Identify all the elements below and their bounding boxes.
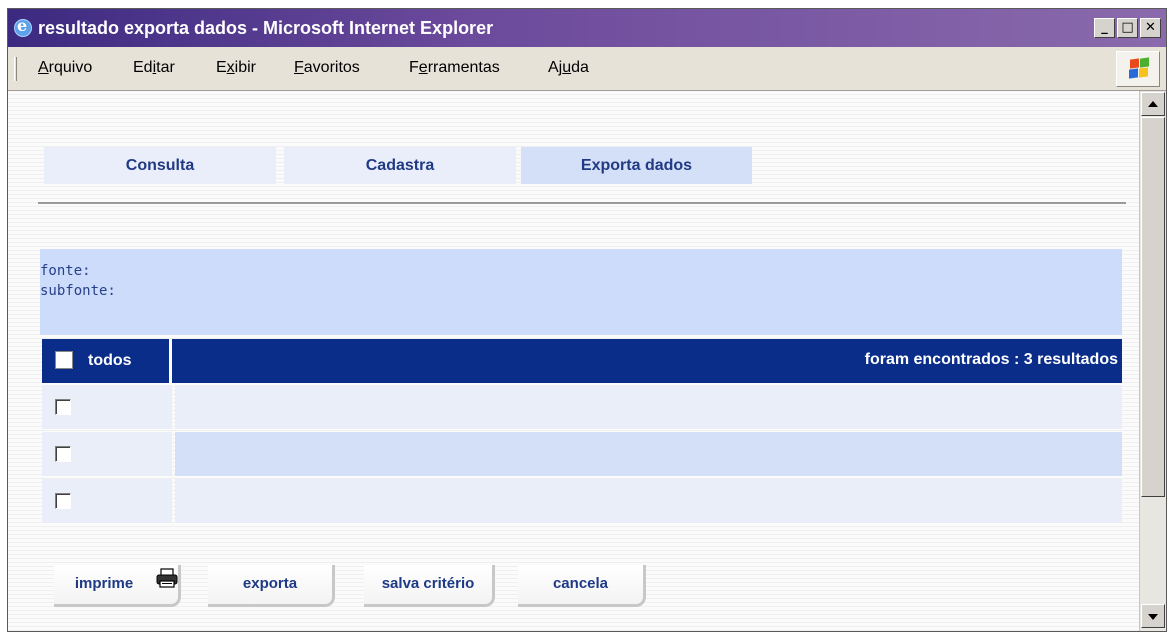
internet-explorer-icon — [14, 16, 32, 37]
source-info-panel: fonte: subfonte: — [40, 249, 1122, 335]
row-data-cell — [175, 385, 1122, 429]
scroll-up-arrow-icon[interactable] — [1141, 92, 1165, 116]
menu-bar: Arquivo Editar Exibir Favoritos Ferramen… — [8, 47, 1166, 91]
imprime-button[interactable]: imprime — [54, 565, 181, 607]
maximize-button[interactable]: □ — [1117, 18, 1138, 38]
tab-cadastra[interactable]: Cadastra — [284, 147, 516, 184]
select-all-checkbox[interactable] — [55, 351, 73, 369]
cancela-button[interactable]: cancela — [518, 565, 646, 607]
window-title: resultado exporta dados - Microsoft Inte… — [38, 18, 494, 38]
table-row — [42, 479, 1122, 523]
tab-consulta[interactable]: Consulta — [44, 147, 276, 184]
scroll-down-arrow-icon[interactable] — [1141, 604, 1165, 628]
row-checkbox[interactable] — [55, 399, 71, 415]
row-check-cell — [42, 479, 172, 523]
subfonte-label: subfonte: — [40, 283, 116, 299]
exporta-button[interactable]: exporta — [208, 565, 335, 607]
printer-icon — [156, 568, 178, 588]
title-bar: resultado exporta dados - Microsoft Inte… — [8, 9, 1166, 47]
page-content: Consulta Cadastra Exporta dados fonte: s… — [8, 91, 1139, 631]
row-checkbox[interactable] — [55, 446, 71, 462]
select-all-label: todos — [88, 352, 132, 369]
salva-criterio-button[interactable]: salva critério — [364, 565, 495, 607]
row-check-cell — [42, 432, 172, 476]
row-data-cell — [175, 432, 1122, 476]
results-table-header: todos foram encontrados : 3 resultados — [42, 339, 1122, 383]
scrollbar-thumb[interactable] — [1141, 117, 1165, 497]
windows-logo-icon — [1116, 51, 1160, 87]
menu-ajuda[interactable]: Ajuda — [548, 59, 589, 77]
menu-ferramentas[interactable]: Ferramentas — [409, 59, 500, 77]
menu-arquivo[interactable]: Arquivo — [38, 59, 92, 77]
toolbar-grip — [14, 57, 17, 81]
row-data-cell — [175, 479, 1122, 523]
imprime-label: imprime — [74, 575, 134, 592]
table-row — [42, 385, 1122, 429]
minimize-button[interactable]: _ — [1094, 18, 1115, 38]
menu-exibir[interactable]: Exibir — [216, 59, 256, 77]
divider — [38, 202, 1126, 204]
select-all-cell: todos — [42, 339, 172, 383]
results-count: foram encontrados : 3 resultados — [864, 351, 1118, 368]
tab-exporta-dados[interactable]: Exporta dados — [521, 147, 752, 184]
row-checkbox[interactable] — [55, 493, 71, 509]
close-button[interactable]: ✕ — [1140, 18, 1161, 38]
menu-favoritos[interactable]: Favoritos — [294, 59, 360, 77]
fonte-label: fonte: — [40, 263, 91, 279]
menu-editar[interactable]: Editar — [133, 59, 175, 77]
browser-window: resultado exporta dados - Microsoft Inte… — [7, 8, 1167, 632]
vertical-scrollbar[interactable] — [1139, 91, 1166, 631]
row-check-cell — [42, 385, 172, 429]
table-row — [42, 432, 1122, 476]
